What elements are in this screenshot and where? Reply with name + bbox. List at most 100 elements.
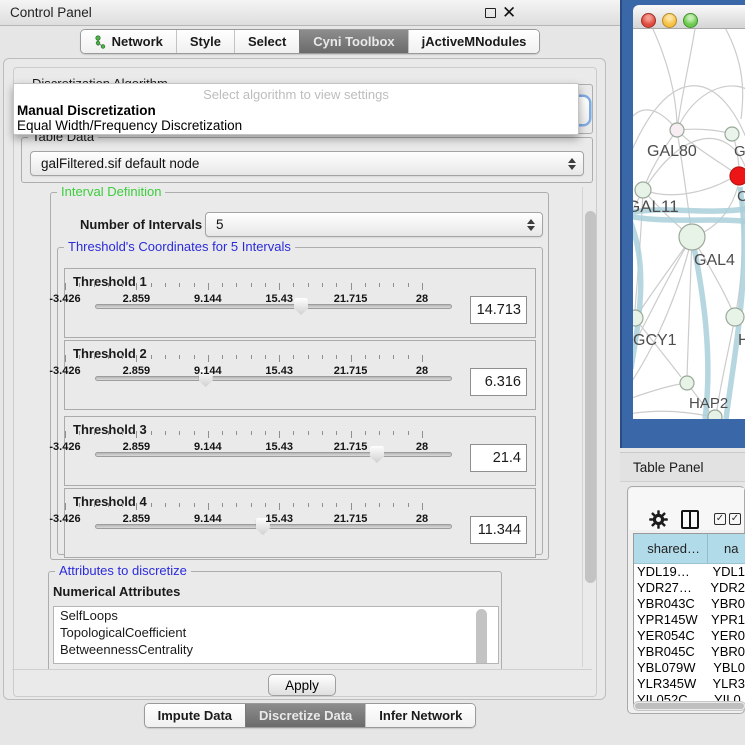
list-scrollbar-thumb[interactable] <box>476 609 487 664</box>
table-hscrollbar-thumb[interactable] <box>635 703 744 709</box>
columns-icon[interactable] <box>681 510 699 529</box>
tab-impute-data[interactable]: Impute Data <box>145 704 245 727</box>
network-window-titlebar[interactable] <box>633 5 745 29</box>
table-cell[interactable]: YDL19… <box>634 564 706 580</box>
number-of-intervals-label: Number of Intervals <box>80 217 202 232</box>
slider-tick-labels: -3.4262.8599.14415.4321.71528 <box>65 513 422 525</box>
table-cell[interactable]: YBR0 <box>705 644 745 660</box>
network-node-c[interactable] <box>730 167 745 185</box>
window-title: Control Panel <box>10 5 92 20</box>
threshold-value-field[interactable]: 21.4 <box>470 444 527 472</box>
attributes-group: Attributes to discretize Numerical Attri… <box>48 571 502 669</box>
table-cell[interactable]: YBL079W <box>634 660 707 676</box>
network-node-gal11[interactable] <box>635 182 651 198</box>
network-canvas-svg: GAL80GACGAL11GAL4GCY1HHAP2 <box>633 29 745 419</box>
attribute-item[interactable]: BetweennessCentrality <box>54 641 498 658</box>
network-edge[interactable] <box>633 384 680 401</box>
panel-scrollbar-thumb[interactable] <box>585 211 596 583</box>
table-row[interactable]: YDR27…YDR2 <box>634 580 745 596</box>
tab-network[interactable]: Network <box>81 30 176 53</box>
table-cell[interactable]: YBR0 <box>705 596 745 612</box>
table-row[interactable]: YLR345WYLR3 <box>634 676 745 692</box>
algorithm-option[interactable]: Equal Width/Frequency Discretization <box>14 118 578 133</box>
checkbox-icon-1[interactable]: ✓ <box>714 513 726 525</box>
network-node-ga[interactable] <box>725 127 739 141</box>
network-edge[interactable] <box>678 29 695 123</box>
tab-infer-network[interactable]: Infer Network <box>365 704 475 727</box>
table-row[interactable]: YDL19…YDL1 <box>634 564 745 580</box>
network-node-gal80[interactable] <box>670 123 684 137</box>
minimize-window-icon[interactable] <box>662 13 677 28</box>
combobox-stepper-icon <box>524 219 542 231</box>
table-cell[interactable]: YER054C <box>634 628 705 644</box>
network-edge[interactable] <box>643 130 677 190</box>
zoom-window-icon[interactable] <box>683 13 698 28</box>
table-cell[interactable]: YDR2 <box>704 580 745 596</box>
table-cell[interactable]: YDL1 <box>706 564 745 580</box>
algorithm-option[interactable]: Manual Discretization <box>14 103 578 118</box>
network-edge[interactable] <box>677 86 745 130</box>
network-edge[interactable] <box>677 129 732 134</box>
threshold-row: Threshold 3-3.4262.8599.14415.4321.71528… <box>64 416 536 486</box>
checkbox-icon-2[interactable]: ✓ <box>729 513 741 525</box>
float-window-icon[interactable] <box>485 8 496 18</box>
settings-scroll-area: Interval Definition Number of Intervals … <box>15 187 581 669</box>
interval-definition-group: Interval Definition Number of Intervals … <box>50 192 549 560</box>
table-cell[interactable]: YPR145W <box>634 612 705 628</box>
panel-scrollbar[interactable] <box>582 187 596 667</box>
table-column-header[interactable]: shared… <box>634 534 708 564</box>
table-cell[interactable]: YLR3 <box>706 676 745 692</box>
table-panel-toolbar: ✓ ✓ <box>629 488 744 530</box>
tab-cyni-toolbox[interactable]: Cyni Toolbox <box>299 30 407 53</box>
slider-ticks <box>65 503 422 511</box>
tab-label: Network <box>112 34 163 49</box>
slider-ticks <box>65 355 422 363</box>
network-node-label: GAL4 <box>694 252 735 269</box>
table-panel-titlebar: Table Panel <box>620 452 745 482</box>
table-row[interactable]: YPR145WYPR1 <box>634 612 745 628</box>
slider-tick-labels: -3.4262.8599.14415.4321.71528 <box>65 441 422 453</box>
threshold-value-field[interactable]: 6.316 <box>470 368 527 396</box>
table-cell[interactable]: YPR1 <box>705 612 745 628</box>
table-cell[interactable]: YDR27… <box>634 580 704 596</box>
tab-discretize-data[interactable]: Discretize Data <box>245 704 365 727</box>
table-row[interactable]: YER054CYER0 <box>634 628 745 644</box>
table-column-header[interactable]: na <box>708 534 745 564</box>
threshold-rows: Threshold 1-3.4262.8599.14415.4321.71528… <box>58 248 542 554</box>
network-node-h[interactable] <box>726 308 744 326</box>
apply-button[interactable]: Apply <box>268 674 336 696</box>
attribute-item[interactable]: TopologicalCoefficient <box>54 624 498 641</box>
table-data-group: Table Data galFiltered.sif default node <box>21 137 593 183</box>
network-node-label: C <box>737 188 745 205</box>
gear-icon[interactable] <box>649 510 668 532</box>
table-cell[interactable]: YBR043C <box>634 596 705 612</box>
tab-style[interactable]: Style <box>176 30 234 53</box>
number-of-intervals-combobox[interactable]: 5 <box>205 212 543 237</box>
close-icon[interactable]: ✕ <box>502 2 516 24</box>
control-panel-titlebar: Control Panel ✕ <box>0 0 620 26</box>
table-hscrollbar[interactable] <box>633 701 745 711</box>
table-cell[interactable]: YER0 <box>705 628 745 644</box>
network-node-hap2[interactable] <box>680 376 694 390</box>
network-edge[interactable] <box>653 29 677 123</box>
table-cell[interactable]: YLR345W <box>634 676 706 692</box>
network-canvas[interactable]: GAL80GACGAL11GAL4GCY1HHAP2 <box>633 29 745 419</box>
close-window-icon[interactable] <box>641 13 656 28</box>
table-cell[interactable]: YBR045C <box>634 644 705 660</box>
table-row[interactable]: YBR045CYBR0 <box>634 644 745 660</box>
tab-jactivemnodules[interactable]: jActiveMNodules <box>408 30 540 53</box>
network-edge[interactable] <box>687 237 692 376</box>
attribute-item[interactable]: SelfLoops <box>54 607 498 624</box>
threshold-value-field[interactable]: 14.713 <box>470 296 527 324</box>
network-node-gcy1[interactable] <box>633 310 643 326</box>
table-cell[interactable]: YBL0 <box>707 660 745 676</box>
numerical-attributes-list[interactable]: SelfLoopsTopologicalCoefficientBetweenne… <box>53 606 499 664</box>
threshold-value-field[interactable]: 11.344 <box>470 516 527 544</box>
table-row[interactable]: YBR043CYBR0 <box>634 596 745 612</box>
tab-select[interactable]: Select <box>234 30 299 53</box>
network-edge[interactable] <box>723 29 743 119</box>
table-row[interactable]: YBL079WYBL0 <box>634 660 745 676</box>
network-node-gal4[interactable] <box>679 224 705 250</box>
table-data-combobox[interactable]: galFiltered.sif default node <box>30 151 584 176</box>
threshold-row: Threshold 2-3.4262.8599.14415.4321.71528… <box>64 340 536 410</box>
